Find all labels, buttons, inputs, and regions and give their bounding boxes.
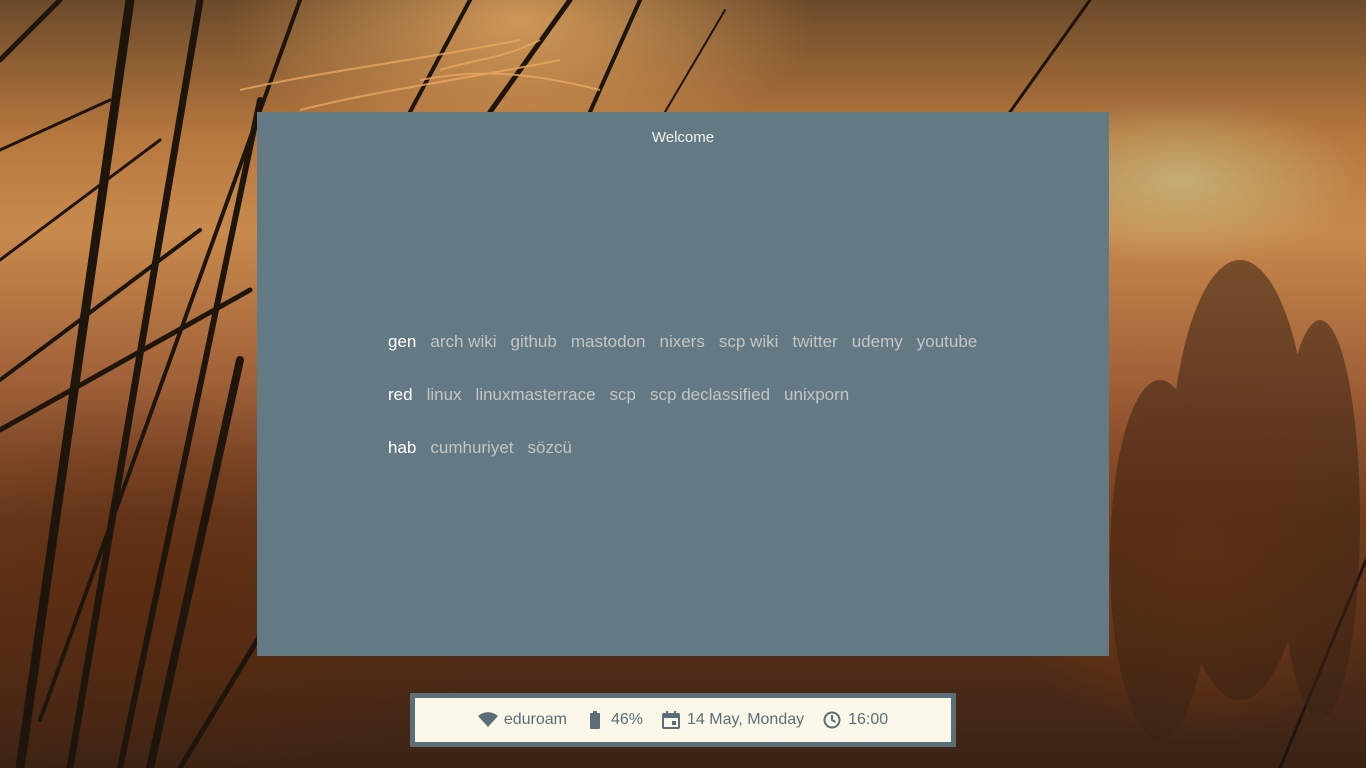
status-battery[interactable]: 46% [585, 710, 643, 730]
battery-icon [585, 710, 605, 730]
bookmark-category-gen: gen [388, 332, 417, 351]
bookmark-link-scp-declassified[interactable]: scp declassified [650, 385, 770, 405]
bookmark-link-arch-wiki[interactable]: arch wiki [430, 332, 496, 352]
bookmark-link-cumhuriyet[interactable]: cumhuriyet [430, 438, 513, 458]
clock-icon [822, 710, 842, 730]
bookmark-link-mastodon[interactable]: mastodon [571, 332, 646, 352]
time-label: 16:00 [848, 711, 889, 728]
bookmark-link-youtube[interactable]: youtube [917, 332, 978, 352]
calendar-icon [661, 710, 681, 730]
bookmark-link-github[interactable]: github [511, 332, 557, 352]
bookmark-link-unixporn[interactable]: unixporn [784, 385, 849, 405]
date-label: 14 May, Monday [687, 711, 805, 728]
status-bar-content: eduroam 46% 14 May, Monday 16:00 [415, 698, 951, 742]
bookmark-link-sozcu[interactable]: sözcü [528, 438, 572, 458]
bookmark-link-scp[interactable]: scp [610, 385, 636, 405]
bookmark-link-twitter[interactable]: twitter [792, 332, 837, 352]
wifi-icon [477, 710, 498, 730]
window-title: Welcome [651, 129, 715, 146]
bookmark-category-hab: hab [388, 438, 417, 457]
bookmark-link-nixers[interactable]: nixers [660, 332, 705, 352]
bookmark-row-red: red linux linuxmasterrace scp scp declas… [388, 385, 863, 405]
wifi-network-label: eduroam [503, 711, 567, 728]
bookmark-link-linuxmasterrace[interactable]: linuxmasterrace [476, 385, 596, 405]
bookmark-link-scp-wiki[interactable]: scp wiki [719, 332, 779, 352]
status-date[interactable]: 14 May, Monday [661, 710, 804, 730]
bookmark-row-gen: gen arch wiki github mastodon nixers scp… [388, 332, 991, 352]
status-bar: eduroam 46% 14 May, Monday 16:00 [410, 693, 956, 747]
bookmark-category-red: red [388, 385, 413, 404]
bookmark-link-udemy[interactable]: udemy [852, 332, 903, 352]
status-time[interactable]: 16:00 [822, 710, 888, 730]
status-wifi[interactable]: eduroam [477, 710, 567, 730]
battery-level-label: 46% [610, 711, 644, 728]
bookmark-row-hab: hab cumhuriyet sözcü [388, 438, 586, 458]
bookmark-link-linux[interactable]: linux [427, 385, 462, 405]
startpage-window: Welcome gen arch wiki github mastodon ni… [257, 112, 1109, 656]
